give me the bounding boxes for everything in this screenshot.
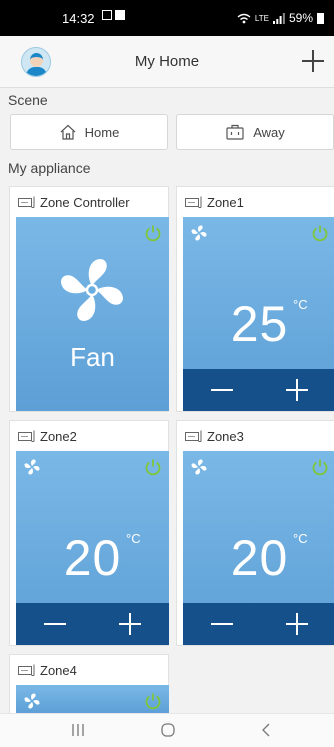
zone-controller-panel[interactable]: Fan xyxy=(16,217,169,411)
card-header: Zone3 xyxy=(177,421,334,451)
recent-apps-icon[interactable] xyxy=(71,722,85,738)
add-device-button[interactable] xyxy=(300,48,326,74)
device-icon xyxy=(185,430,202,442)
device-icon xyxy=(18,664,35,676)
temperature-unit: °C xyxy=(126,531,141,546)
app-bar: My Home xyxy=(0,36,334,88)
page-title: My Home xyxy=(134,53,200,70)
card-header: Zone1 xyxy=(177,187,334,217)
card-name: Zone4 xyxy=(40,663,77,678)
power-icon[interactable] xyxy=(311,224,329,242)
home-icon xyxy=(60,124,76,140)
card-name: Zone1 xyxy=(207,195,244,210)
appliance-card-zone-controller[interactable]: Zone Controller Fan xyxy=(9,186,169,412)
notification-icons xyxy=(102,10,125,20)
temperature-value: 20 xyxy=(230,530,289,586)
fan-mode-icon[interactable] xyxy=(24,459,40,475)
control-bar xyxy=(183,369,334,411)
temperature-value: 20 xyxy=(63,530,122,586)
fan-icon xyxy=(61,259,123,321)
power-icon[interactable] xyxy=(144,224,162,242)
status-bar: 14:32 LTE 59% xyxy=(0,0,334,36)
mode-label: Fan xyxy=(70,342,115,372)
decrease-button[interactable] xyxy=(211,389,233,391)
device-icon xyxy=(185,196,202,208)
fan-mode-icon[interactable] xyxy=(191,459,207,475)
fan-mode-icon[interactable] xyxy=(24,693,40,709)
status-right: LTE 59% xyxy=(237,11,324,25)
status-time: 14:32 xyxy=(62,11,95,26)
card-header: Zone Controller xyxy=(10,187,168,217)
appliance-card-zone1[interactable]: Zone1 25 °C xyxy=(176,186,334,412)
temperature-value: 25 xyxy=(230,296,289,352)
device-icon xyxy=(18,430,35,442)
zone1-panel[interactable]: 25 °C xyxy=(183,217,334,411)
appliance-card-zone3[interactable]: Zone3 20 °C xyxy=(176,420,334,646)
power-icon[interactable] xyxy=(144,458,162,476)
zone3-panel[interactable]: 20 °C xyxy=(183,451,334,645)
battery-percent: 59% xyxy=(288,11,313,25)
temperature-unit: °C xyxy=(293,297,308,312)
device-icon xyxy=(18,196,35,208)
scene-away-label: Away xyxy=(253,124,285,140)
gallery-notification-icon xyxy=(102,10,112,20)
wifi-icon xyxy=(237,13,251,23)
decrease-button[interactable] xyxy=(44,623,66,625)
control-bar xyxy=(16,603,169,645)
increase-button[interactable] xyxy=(286,613,308,635)
appliance-card-zone4[interactable]: Zone4 xyxy=(9,654,169,714)
system-nav-bar xyxy=(0,713,334,747)
increase-button[interactable] xyxy=(119,613,141,635)
fan-mode-icon[interactable] xyxy=(191,225,207,241)
power-icon[interactable] xyxy=(144,692,162,710)
card-name: Zone2 xyxy=(40,429,77,444)
back-chevron-icon[interactable] xyxy=(259,722,273,738)
card-name: Zone3 xyxy=(207,429,244,444)
increase-button[interactable] xyxy=(286,379,308,401)
battery-icon xyxy=(317,12,324,24)
power-icon[interactable] xyxy=(311,458,329,476)
temperature-unit: °C xyxy=(293,531,308,546)
decrease-button[interactable] xyxy=(211,623,233,625)
app-notification-icon xyxy=(115,10,125,20)
card-header: Zone4 xyxy=(10,655,168,685)
card-name: Zone Controller xyxy=(40,195,130,210)
scene-home-button[interactable]: Home xyxy=(10,114,168,150)
zone4-panel[interactable] xyxy=(16,685,169,714)
card-header: Zone2 xyxy=(10,421,168,451)
appliance-card-zone2[interactable]: Zone2 20 °C xyxy=(9,420,169,646)
scene-away-button[interactable]: Away xyxy=(176,114,334,150)
scene-label: Scene xyxy=(8,92,48,108)
zone2-panel[interactable]: 20 °C xyxy=(16,451,169,645)
signal-icon xyxy=(272,12,285,24)
appliance-label: My appliance xyxy=(8,160,91,176)
control-bar xyxy=(183,603,334,645)
briefcase-icon xyxy=(226,124,244,140)
home-circle-icon[interactable] xyxy=(160,722,176,738)
network-type: LTE xyxy=(254,13,269,23)
scene-home-label: Home xyxy=(84,124,120,140)
